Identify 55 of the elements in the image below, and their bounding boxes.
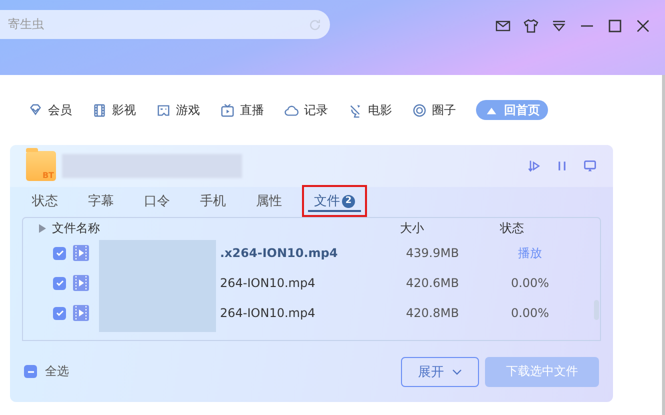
tab[interactable]: 文件 2: [308, 190, 361, 212]
game-icon: [156, 102, 171, 118]
folder-icon: BT: [26, 151, 56, 181]
nav-item[interactable]: 会员: [28, 100, 72, 120]
file-name: 264-ION10.mp4: [220, 306, 316, 320]
progress-text: 0.00%: [510, 306, 550, 320]
tab[interactable]: 状态: [26, 190, 64, 212]
file-name: 264-ION10.mp4: [220, 276, 316, 290]
play-icon[interactable]: [527, 159, 541, 173]
film-strip-icon: [92, 102, 107, 118]
count-badge: 2: [342, 194, 355, 208]
screen-icon[interactable]: [583, 159, 597, 173]
checkbox[interactable]: [53, 306, 66, 320]
tab[interactable]: 口令: [138, 190, 176, 212]
nav-item[interactable]: 记录: [284, 100, 328, 120]
checkbox[interactable]: [53, 246, 66, 260]
checkmark-icon: [54, 248, 64, 258]
column-header: 文件名称: [52, 220, 101, 236]
nav-item[interactable]: 电影: [348, 100, 392, 120]
maximize-icon[interactable]: [607, 18, 623, 34]
shirt-icon[interactable]: [523, 18, 539, 34]
dropdown-menu-icon[interactable]: [551, 18, 567, 34]
expand-button[interactable]: 展开: [401, 356, 479, 386]
nav-item[interactable]: 圈子: [412, 100, 456, 120]
diamond-icon: [28, 102, 43, 118]
file-size: 420.8MB: [406, 306, 460, 320]
file-size: 420.6MB: [406, 276, 460, 290]
progress-text: 0.00%: [510, 276, 550, 290]
file-name: .x264-ION10.mp4: [220, 246, 339, 260]
nav-item[interactable]: 游戏: [156, 100, 200, 120]
scrollbar-thumb[interactable]: [594, 300, 599, 320]
close-icon[interactable]: [635, 18, 651, 34]
column-header: 状态: [500, 220, 524, 236]
ring-icon: [412, 102, 427, 118]
tab[interactable]: 字幕: [82, 190, 120, 212]
mail-icon[interactable]: [495, 18, 511, 34]
video-file-icon: [73, 305, 89, 321]
nav-item[interactable]: 影视: [92, 100, 136, 120]
checkmark-icon: [54, 278, 64, 288]
video-file-icon: [73, 245, 89, 261]
video-file-icon: [73, 275, 89, 291]
chevron-down-icon: [452, 368, 462, 374]
file-size: 439.9MB: [406, 246, 460, 260]
nav-item[interactable]: 直播: [220, 100, 264, 120]
tab[interactable]: 手机: [194, 190, 232, 212]
select-all-label: 全选: [45, 363, 69, 380]
scrollbar[interactable]: [662, 75, 665, 415]
expand-arrow-icon[interactable]: [39, 224, 46, 232]
satellite-dish-icon: [348, 102, 363, 118]
column-header: 大小: [400, 220, 425, 236]
checkbox[interactable]: [24, 365, 37, 378]
checkmark-icon: [54, 308, 64, 318]
tab[interactable]: 属性: [250, 190, 288, 212]
tv-play-icon: [220, 102, 235, 118]
checkbox[interactable]: [53, 276, 66, 290]
